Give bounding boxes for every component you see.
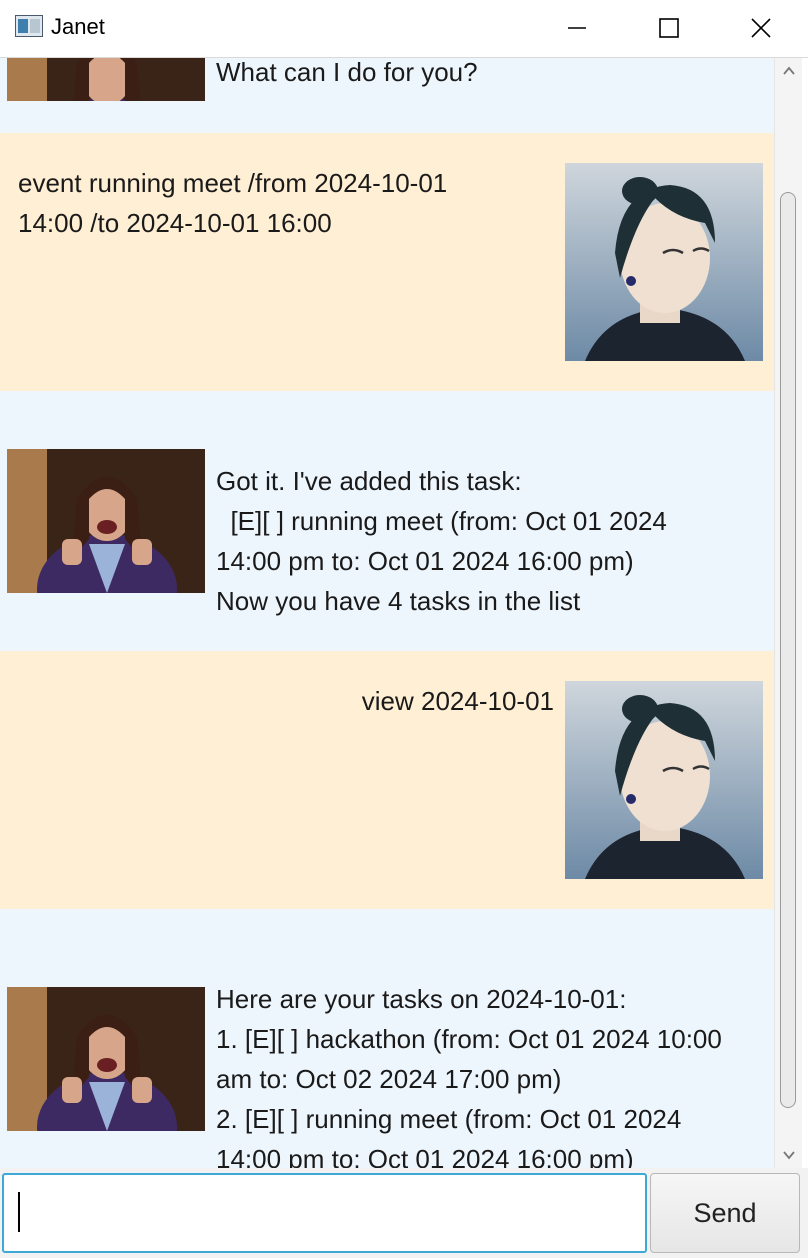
bot-message-text: Got it. I've added this task: [E][ ] run… (216, 466, 667, 616)
scroll-thumb[interactable] (780, 192, 796, 1108)
user-avatar (565, 163, 763, 361)
user-message-row: view 2024-10-01 (0, 651, 774, 909)
scroll-down-icon[interactable] (782, 1148, 796, 1162)
chat-scrollbar[interactable] (774, 58, 802, 1168)
maximize-icon (659, 18, 679, 38)
send-button[interactable]: Send (650, 1173, 800, 1253)
bot-message-text: Here are your tasks on 2024-10-01: 1. [E… (216, 984, 722, 1168)
bot-avatar (7, 987, 205, 1131)
message-input[interactable] (2, 1173, 647, 1253)
bot-message-row: Here are your tasks on 2024-10-01: 1. [E… (0, 909, 774, 1168)
text-caret (18, 1192, 20, 1232)
bot-message-text: What can I do for you? (216, 58, 478, 87)
user-message-text: view 2024-10-01 (361, 686, 554, 716)
minimize-icon (568, 27, 586, 29)
bot-avatar (7, 449, 205, 593)
bot-message-row: What can I do for you? (0, 58, 774, 133)
window-title: Janet (51, 14, 105, 39)
user-message-row: event running meet /from 2024-10-01 14:0… (0, 133, 774, 391)
maximize-button[interactable] (624, 0, 714, 57)
minimize-button[interactable] (532, 0, 622, 57)
bot-message-row: Got it. I've added this task: [E][ ] run… (0, 391, 774, 651)
input-bar: Send (0, 1168, 808, 1258)
bot-avatar (7, 58, 205, 101)
user-avatar (565, 681, 763, 879)
app-window-icon (15, 15, 43, 37)
scroll-up-icon[interactable] (782, 64, 796, 78)
close-button[interactable] (716, 0, 806, 57)
title-bar: Janet (0, 0, 808, 58)
close-icon (751, 18, 771, 38)
user-message-text: event running meet /from 2024-10-01 14:0… (18, 168, 448, 238)
chat-transcript[interactable]: What can I do for you? event running mee… (0, 58, 774, 1168)
